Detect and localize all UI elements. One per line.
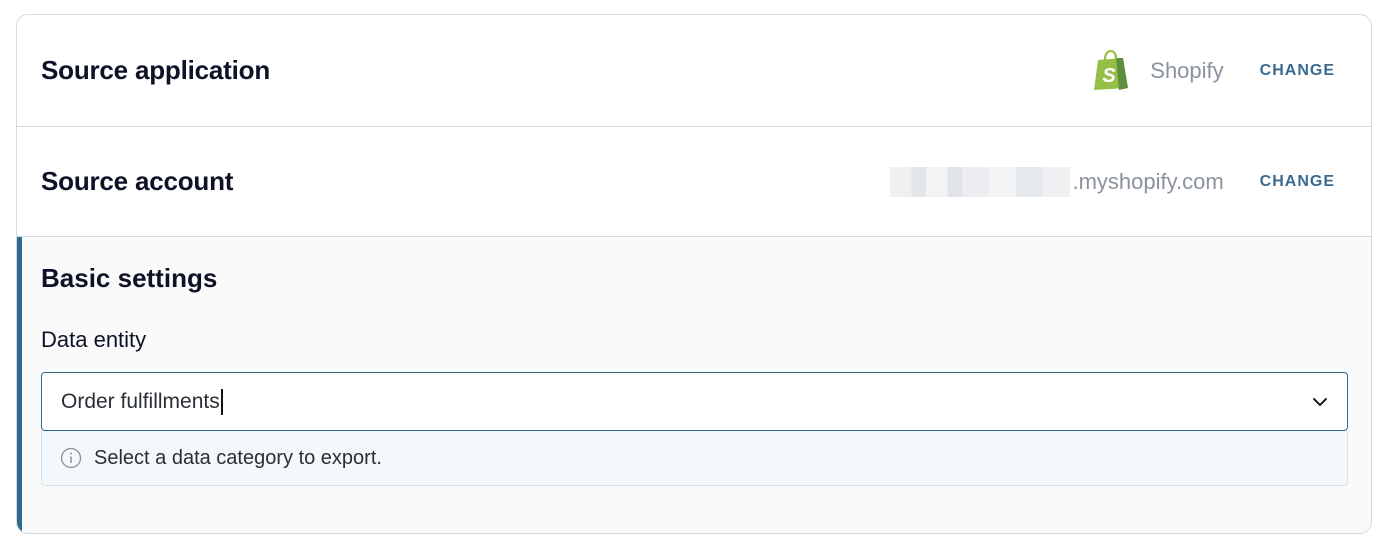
account-domain: .myshopify.com bbox=[1072, 168, 1224, 194]
redacted-store-name bbox=[890, 166, 1071, 197]
integration-settings-card: Source application S Shopify CHANGE Sour… bbox=[16, 14, 1372, 534]
data-entity-select[interactable]: Order fulfillments bbox=[41, 372, 1348, 431]
svg-text:S: S bbox=[1103, 65, 1117, 87]
source-account-value: .myshopify.com CHANGE bbox=[890, 166, 1335, 197]
hint-text: Select a data category to export. bbox=[94, 446, 382, 469]
source-account-row: Source account .myshopify.com CHANGE bbox=[17, 127, 1371, 237]
shopify-bag-icon: S bbox=[1094, 49, 1129, 90]
basic-settings-title: Basic settings bbox=[41, 263, 218, 293]
source-application-title: Source application bbox=[41, 55, 271, 85]
data-entity-value: Order fulfillments bbox=[61, 389, 220, 413]
source-application-value: S Shopify CHANGE bbox=[1092, 49, 1335, 92]
data-entity-hint: Select a data category to export. bbox=[41, 431, 1348, 486]
app-name: Shopify bbox=[1150, 57, 1224, 83]
source-application-row: Source application S Shopify CHANGE bbox=[17, 15, 1371, 127]
change-account-button[interactable]: CHANGE bbox=[1260, 173, 1335, 191]
text-cursor bbox=[220, 388, 223, 415]
basic-settings-section: Basic settings Data entity Order fulfill… bbox=[17, 237, 1371, 533]
data-entity-label: Data entity bbox=[41, 327, 147, 352]
chevron-down-icon[interactable] bbox=[1311, 393, 1329, 411]
info-icon bbox=[60, 447, 82, 469]
change-application-button[interactable]: CHANGE bbox=[1260, 62, 1335, 80]
source-account-title: Source account bbox=[41, 166, 234, 196]
